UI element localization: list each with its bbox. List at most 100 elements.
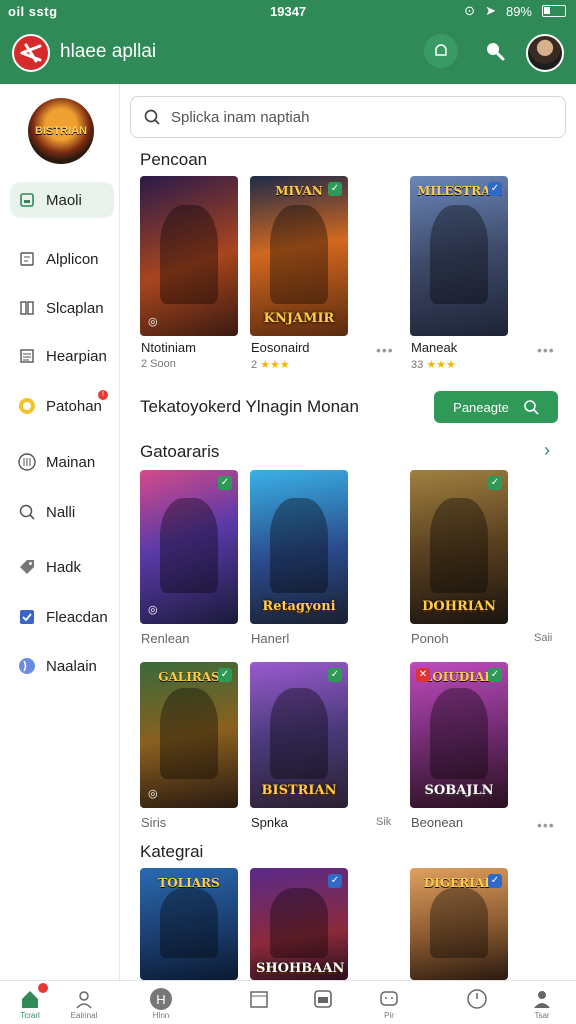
sidebar-item-hadk[interactable]: Hadk	[10, 549, 114, 585]
brand-text: BISTRIAN	[35, 125, 87, 137]
more-options-icon[interactable]: •••	[537, 817, 555, 833]
sidebar-item-label: Nalli	[46, 503, 76, 521]
list-icon	[18, 250, 36, 268]
promo-button-label: Paneagte	[453, 399, 509, 415]
game-meta-count: 33	[411, 359, 424, 371]
section-title-categories: Gatoararis	[140, 442, 220, 461]
character-art	[429, 688, 489, 779]
sidebar-item-label: Mainan	[46, 453, 96, 471]
game-card[interactable]: BISTRIAN ✓	[250, 662, 348, 808]
game-art-logo: BISTRIAN	[261, 783, 337, 798]
game-art-logo: SHOHBAAN	[256, 961, 345, 976]
verified-icon: ✓	[488, 476, 502, 490]
search-icon	[144, 109, 160, 125]
status-icons: ⊙ ➤ 89%	[464, 3, 566, 19]
bottom-nav-label: Ealrinal	[70, 1011, 98, 1020]
verified-icon: ✓	[328, 668, 342, 682]
sidebar-item-naalain[interactable]: Naalain	[10, 648, 114, 684]
sidebar-item-label: Patohan	[46, 397, 102, 415]
game-card[interactable]: TOLIARS	[140, 868, 238, 980]
game-title: Ntotiniam	[141, 340, 196, 355]
game-card[interactable]: ◎	[140, 176, 238, 336]
search-icon	[487, 43, 505, 61]
sidebar-item-mainan[interactable]: Mainan	[10, 444, 114, 480]
game-title: Maneak	[411, 340, 458, 355]
header-search-button[interactable]	[478, 34, 512, 68]
sidebar-item-alplicon[interactable]: Alplicon	[10, 241, 114, 277]
user-icon	[530, 987, 554, 1011]
game-title: Eosonaird	[251, 340, 310, 355]
bottom-nav-gauge[interactable]	[447, 987, 507, 1011]
h-circle-icon: H	[149, 987, 173, 1011]
sidebar-item-patohan[interactable]: Patohan !	[10, 388, 114, 424]
sidebar-item-hearpian[interactable]: Hearpian	[10, 338, 114, 374]
sidebar-item-label: Naalain	[46, 657, 97, 675]
game-card[interactable]: ✓ ◎	[140, 470, 238, 624]
sidebar-brand-logo[interactable]: BISTRIAN	[28, 98, 94, 164]
game-card[interactable]: DOHRIAN ✓	[410, 470, 508, 624]
window-icon	[248, 987, 272, 1011]
character-art	[269, 688, 329, 779]
bottom-nav-box[interactable]	[293, 987, 353, 1011]
chevron-right-icon[interactable]: ›	[544, 440, 550, 461]
status-bar: oil sstg 19347 ⊙ ➤ 89%	[0, 0, 576, 24]
app-header: oil sstg 19347 ⊙ ➤ 89% hlaee apllai	[0, 0, 576, 84]
bottom-nav-label: Tsar	[534, 1011, 550, 1020]
search-placeholder: Splicka inam naptiah	[171, 108, 310, 126]
notification-badge	[38, 983, 48, 993]
character-art	[159, 688, 219, 779]
sidebar-item-label: Hearpian	[46, 347, 107, 365]
sidebar-item-fleacdan[interactable]: Fleacdan	[10, 599, 114, 635]
search-input[interactable]: Splicka inam naptiah	[130, 96, 566, 138]
rating-stars: ★★★	[260, 359, 290, 371]
game-meta: 2 Soon	[141, 358, 176, 370]
app-title: hlaee apllai	[60, 41, 157, 62]
flag-icon: ✕	[416, 668, 430, 682]
gauge-icon	[465, 987, 489, 1011]
sidebar-item-nalli[interactable]: Nalli	[10, 494, 114, 530]
bottom-nav-home[interactable]: Tcrarl	[0, 983, 60, 1020]
alarm-icon: ⊙	[464, 3, 476, 18]
notification-badge: !	[98, 390, 108, 400]
verified-icon: ✓	[328, 182, 342, 196]
bottom-nav-h[interactable]: H Hlnn	[131, 987, 191, 1020]
game-art-logo: Retagyoni	[262, 599, 336, 614]
verified-icon: ✓	[218, 668, 232, 682]
bottom-nav-chat[interactable]: Pir	[359, 987, 419, 1020]
game-meta: 33 ★★★	[411, 358, 456, 371]
promo-button[interactable]: Paneagte	[434, 391, 558, 423]
sidebar-item-slcaplan[interactable]: Slcaplan	[10, 290, 114, 326]
sidebar-item-label: Alplicon	[46, 250, 99, 268]
circle-grid-icon	[18, 453, 36, 471]
game-title: Ponoh	[411, 631, 449, 646]
game-art-logo: KNJAMIR	[263, 311, 335, 326]
character-art	[269, 888, 329, 958]
game-art-title: TOLIARS	[158, 876, 220, 890]
app-logo[interactable]	[12, 34, 50, 72]
bottom-nav-profile[interactable]: Tsar	[512, 987, 572, 1020]
sidebar-item-label: Slcaplan	[46, 299, 104, 317]
user-avatar[interactable]	[526, 34, 564, 72]
game-card[interactable]: DIGERIAR ✓	[410, 868, 508, 980]
bottom-nav-label: Tcrarl	[20, 1011, 40, 1020]
sidebar-item-label: Hadk	[46, 558, 82, 576]
game-title: Siris	[141, 815, 167, 830]
bottom-nav-community[interactable]: Ealrinal	[54, 987, 114, 1020]
character-art	[159, 888, 219, 958]
game-card[interactable]: GALIRAS ✓ ◎	[140, 662, 238, 808]
signal-text: oil sstg	[8, 4, 58, 19]
more-options-icon[interactable]: •••	[376, 342, 394, 358]
game-card[interactable]: LOIUDIAR SOBAJLN ✕ ✓	[410, 662, 508, 808]
game-card[interactable]: SHOHBAAN ✓	[250, 868, 348, 980]
game-card[interactable]: Retagyoni	[250, 470, 348, 624]
badge-icon: ◎	[148, 604, 158, 616]
status-time: 19347	[270, 4, 307, 19]
game-card[interactable]: MIVAN KNJAMIR ✓	[250, 176, 348, 336]
verified-icon: ✓	[328, 874, 342, 888]
coin-icon	[18, 397, 36, 415]
bottom-nav-windows[interactable]	[230, 987, 290, 1011]
game-card[interactable]: MILESTRAK ✓	[410, 176, 508, 336]
sidebar-item-maoli[interactable]: Maoli	[10, 182, 114, 218]
more-options-icon[interactable]: •••	[537, 342, 555, 358]
notifications-button[interactable]	[424, 34, 458, 68]
